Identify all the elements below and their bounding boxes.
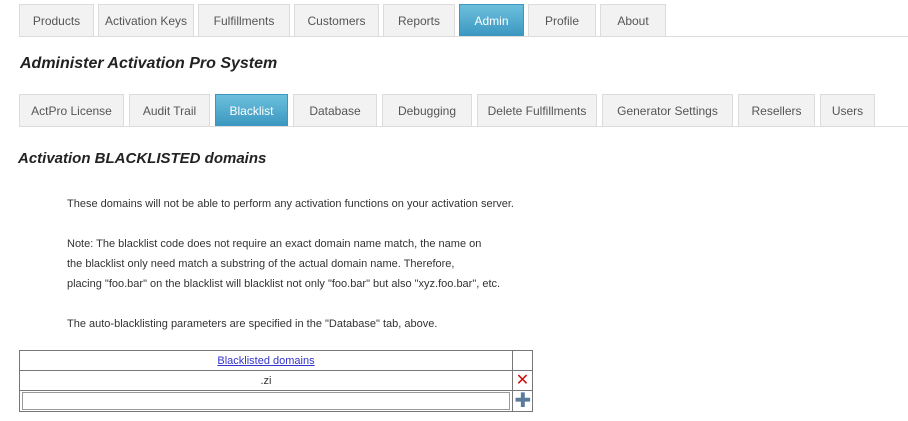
- tab-reports[interactable]: Reports: [383, 4, 455, 36]
- section-title: Activation BLACKLISTED domains: [18, 150, 267, 167]
- tab-users[interactable]: Users: [820, 94, 875, 126]
- tab-profile[interactable]: Profile: [528, 4, 596, 36]
- note-line-1: Note: The blacklist code does not requir…: [67, 238, 482, 250]
- tab-delete-fulfillments[interactable]: Delete Fulfillments: [477, 94, 597, 126]
- delete-cell: ✕: [512, 370, 533, 391]
- tab-debugging[interactable]: Debugging: [382, 94, 472, 126]
- auto-blacklist-text: The auto-blacklisting parameters are spe…: [67, 318, 438, 330]
- tab-admin[interactable]: Admin: [459, 4, 524, 36]
- add-cell: ✚: [512, 390, 533, 412]
- admin-nav: ActPro License Audit Trail Blacklist Dat…: [19, 94, 880, 126]
- note-text: Note: The blacklist code does not requir…: [67, 234, 500, 294]
- tab-actpro-license[interactable]: ActPro License: [19, 94, 124, 126]
- tab-resellers[interactable]: Resellers: [738, 94, 815, 126]
- header-action-cell: [512, 350, 533, 371]
- tab-fulfillments[interactable]: Fulfillments: [198, 4, 290, 36]
- tab-customers[interactable]: Customers: [294, 4, 379, 36]
- new-domain-row: ✚: [19, 390, 533, 412]
- tab-generator-settings[interactable]: Generator Settings: [602, 94, 733, 126]
- tab-products[interactable]: Products: [19, 4, 94, 36]
- tab-about[interactable]: About: [600, 4, 666, 36]
- domain-cell: .zi: [19, 370, 513, 391]
- note-line-2: the blacklist only need match a substrin…: [67, 258, 455, 270]
- new-domain-cell: [19, 390, 513, 412]
- header-cell: Blacklisted domains: [19, 350, 513, 371]
- plus-icon[interactable]: ✚: [515, 391, 532, 411]
- tab-audit-trail[interactable]: Audit Trail: [129, 94, 210, 126]
- new-domain-input[interactable]: [22, 392, 510, 410]
- top-nav: Products Activation Keys Fulfillments Cu…: [19, 4, 670, 36]
- note-line-3: placing "foo.bar" on the blacklist will …: [67, 278, 501, 290]
- intro-text: These domains will not be able to perfor…: [67, 198, 514, 210]
- admin-nav-divider: [19, 126, 908, 127]
- tab-database[interactable]: Database: [293, 94, 377, 126]
- table-row: .zi ✕: [19, 370, 533, 391]
- tab-blacklist[interactable]: Blacklist: [215, 94, 288, 126]
- blacklist-table: Blacklisted domains .zi ✕ ✚: [19, 350, 533, 412]
- delete-icon[interactable]: ✕: [515, 372, 531, 389]
- table-header-row: Blacklisted domains: [19, 350, 533, 371]
- page-title: Administer Activation Pro System: [20, 55, 278, 72]
- tab-activation-keys[interactable]: Activation Keys: [98, 4, 194, 36]
- blacklisted-domains-sort-link[interactable]: Blacklisted domains: [217, 355, 314, 367]
- top-nav-divider: [19, 36, 908, 37]
